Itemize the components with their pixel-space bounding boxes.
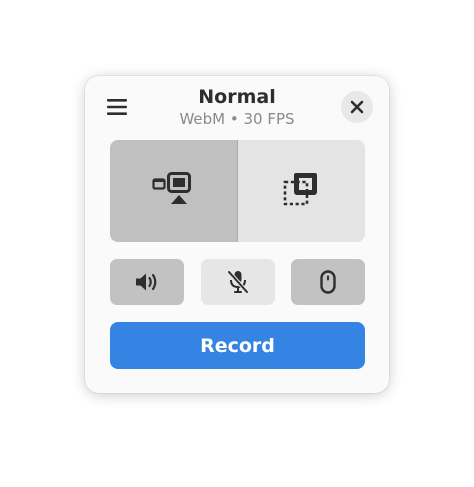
microphone-muted-icon — [227, 270, 249, 294]
header-bar: Normal WebM • 30 FPS — [85, 76, 389, 140]
title-block: Normal WebM • 30 FPS — [145, 86, 329, 129]
speaker-icon — [136, 273, 157, 291]
menu-button[interactable] — [102, 92, 132, 122]
close-button[interactable] — [341, 91, 373, 123]
mouse-icon — [320, 270, 336, 294]
kooha-dialog: Normal WebM • 30 FPS Record — [85, 76, 389, 393]
pointer-toggle[interactable] — [291, 259, 365, 305]
profile-title: Normal — [198, 86, 276, 108]
close-icon — [350, 100, 364, 114]
screen-cast-icon — [152, 172, 192, 204]
capture-mode-group — [110, 140, 365, 242]
record-button[interactable]: Record — [110, 322, 365, 369]
area-selection-icon — [283, 173, 318, 206]
desktop-audio-toggle[interactable] — [110, 259, 184, 305]
stage: Normal WebM • 30 FPS Record — [0, 0, 474, 487]
selection-mode-button[interactable] — [237, 140, 365, 242]
screencast-mode-button[interactable] — [110, 140, 238, 242]
microphone-toggle[interactable] — [201, 259, 275, 305]
toggle-row — [110, 259, 365, 305]
hamburger-menu-icon — [107, 99, 127, 115]
profile-subtitle: WebM • 30 FPS — [179, 110, 295, 128]
